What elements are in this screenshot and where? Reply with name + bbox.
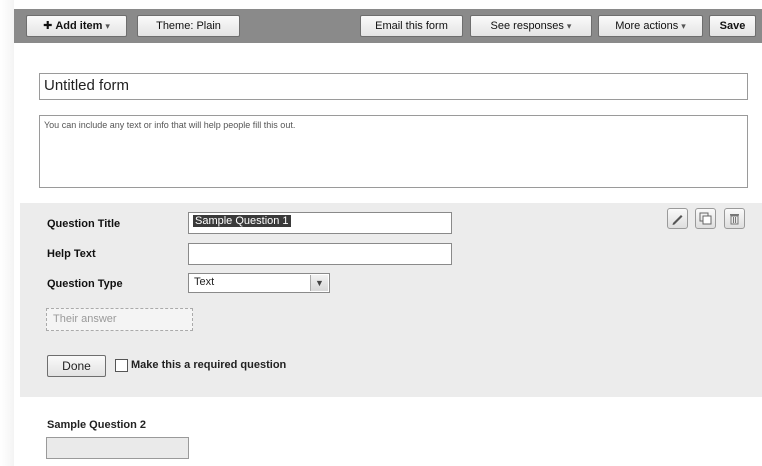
- required-checkbox[interactable]: [115, 359, 128, 372]
- page-margin: [0, 0, 14, 466]
- add-item-label: Add item: [55, 20, 103, 32]
- done-button[interactable]: Done: [47, 355, 106, 377]
- more-actions-label: More actions: [615, 20, 679, 32]
- duplicate-question-button[interactable]: [695, 208, 716, 229]
- trash-icon: [730, 214, 739, 225]
- theme-button[interactable]: Theme: Plain: [137, 15, 240, 37]
- question-title-value: Sample Question 1: [193, 215, 291, 227]
- theme-label: Theme: Plain: [156, 20, 221, 32]
- pencil-icon: [672, 215, 683, 225]
- required-label[interactable]: Make this a required question: [131, 359, 286, 371]
- help-text-label: Help Text: [47, 248, 96, 260]
- question-title-label: Question Title: [47, 218, 121, 230]
- save-button[interactable]: Save: [709, 15, 756, 37]
- question-2-title: Sample Question 2: [47, 419, 147, 431]
- see-responses-label: See responses: [490, 20, 564, 32]
- question-2-answer-field: [46, 437, 189, 459]
- plus-icon: ✚: [43, 20, 53, 32]
- chevron-down-icon: ▼: [310, 275, 328, 291]
- form-title-input[interactable]: Untitled form: [39, 73, 748, 100]
- chevron-down-icon: ▾: [566, 21, 572, 31]
- help-text-input[interactable]: [188, 243, 452, 265]
- form-description-textarea[interactable]: You can include any text or info that wi…: [39, 115, 748, 188]
- email-form-button[interactable]: Email this form: [360, 15, 463, 37]
- question-title-input[interactable]: Sample Question 1: [188, 212, 452, 234]
- see-responses-button[interactable]: See responses ▾: [470, 15, 592, 37]
- email-form-label: Email this form: [375, 20, 448, 32]
- toolbar: ✚ Add item ▾ Theme: Plain Email this form…: [14, 9, 762, 43]
- add-item-button[interactable]: ✚ Add item ▾: [26, 15, 127, 37]
- answer-preview-field: Their answer: [46, 308, 193, 331]
- duplicate-icon: [699, 212, 712, 225]
- more-actions-button[interactable]: More actions ▾: [598, 15, 703, 37]
- chevron-down-icon: ▾: [105, 21, 110, 31]
- edit-question-button[interactable]: [667, 208, 688, 229]
- question-type-label: Question Type: [47, 278, 123, 290]
- chevron-down-icon: ▾: [681, 21, 686, 31]
- question-type-select[interactable]: Text ▼: [188, 273, 330, 293]
- question-type-value: Text: [194, 276, 215, 288]
- delete-question-button[interactable]: [724, 208, 745, 229]
- save-label: Save: [719, 20, 746, 32]
